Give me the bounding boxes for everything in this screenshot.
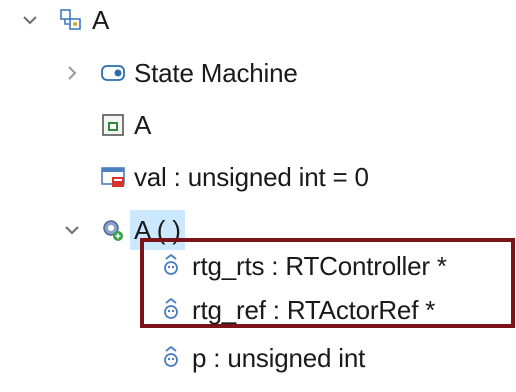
tree-item-capsule-structure[interactable]: A [100, 105, 151, 145]
tree-item-label: State Machine [134, 58, 298, 88]
tree-item-label: rtg_rts : RTController * [192, 251, 447, 281]
tree-item-parameter-rtg-rts[interactable]: rtg_rts : RTController * [158, 246, 447, 286]
capsule-structure-icon [100, 112, 126, 138]
parameter-icon [158, 345, 184, 371]
chevron-down-icon[interactable] [60, 210, 84, 250]
parameter-icon [158, 297, 184, 323]
attribute-icon [100, 164, 126, 190]
tree-item-label: A [134, 110, 152, 140]
chevron-right-icon[interactable] [60, 53, 84, 93]
tree-item-parameter-p[interactable]: p : unsigned int [158, 338, 365, 378]
tree-item-label: val : unsigned int = 0 [134, 162, 369, 192]
tree-item-label: A [92, 5, 110, 35]
constructor-icon [100, 217, 126, 243]
chevron-down-icon[interactable] [18, 0, 42, 40]
tree-item-parameter-rtg-ref[interactable]: rtg_ref : RTActorRef * [158, 290, 435, 330]
tree-item-state-machine[interactable]: State Machine [100, 53, 298, 93]
tree-item-label: rtg_ref : RTActorRef * [192, 295, 436, 325]
tree-item-attribute-val[interactable]: val : unsigned int = 0 [100, 157, 369, 197]
tree-item-root-class[interactable]: A [58, 0, 109, 40]
state-machine-icon [100, 60, 126, 86]
parameter-icon [158, 253, 184, 279]
tree-item-label: p : unsigned int [192, 343, 366, 373]
class-icon [58, 7, 84, 33]
